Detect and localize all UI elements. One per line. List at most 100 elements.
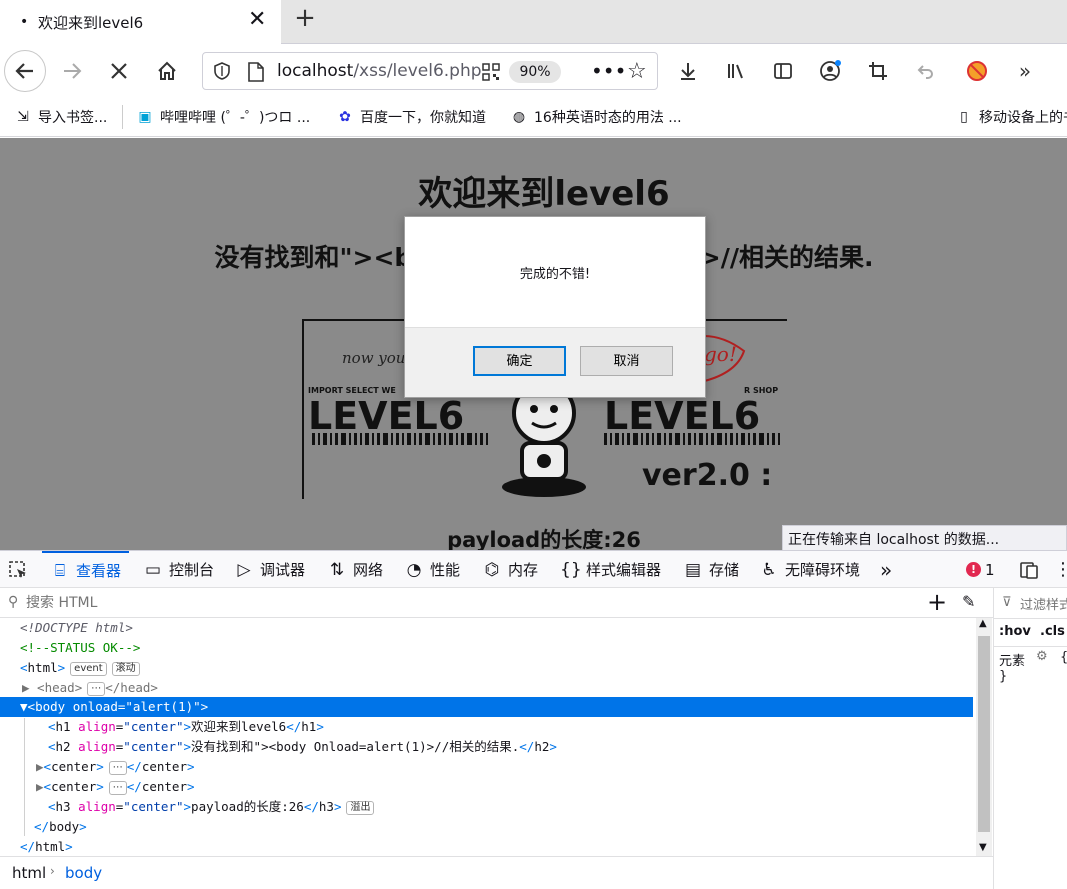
overflow-badge[interactable]: 溢出 xyxy=(346,800,375,815)
baidu-icon: ✿ xyxy=(339,109,351,125)
markup-comment[interactable]: <!--STATUS OK--> xyxy=(20,638,140,658)
globe-icon: ◍ xyxy=(512,109,526,125)
bookmark-label: 16种英语时态的用法 ... xyxy=(534,110,682,126)
handwriting-right: go! xyxy=(704,342,737,366)
tab-loading-dot: • xyxy=(20,14,29,30)
breadcrumb-body[interactable]: body xyxy=(65,864,102,882)
element-picker-icon[interactable] xyxy=(8,551,28,588)
account-button[interactable] xyxy=(812,53,848,89)
markup-scrollbar[interactable]: ▲ ▼ xyxy=(976,618,992,856)
page-actions-icon[interactable]: ••• xyxy=(591,59,626,83)
markup-h3-node[interactable]: <h3 align="center">payload的长度:26</h3> 溢出 xyxy=(48,797,375,817)
markup-doctype[interactable]: <!DOCTYPE html> xyxy=(20,618,133,638)
rule-brace-close: } xyxy=(999,669,1008,684)
markup-html-close[interactable]: </html> xyxy=(20,837,73,857)
tab-label: 无障碍环境 xyxy=(785,561,861,579)
mobile-icon: ▯ xyxy=(960,109,968,125)
bookmark-mobile[interactable]: ▯ 移动设备上的书 xyxy=(955,107,1067,127)
tab-network[interactable]: ⇅ 网络 xyxy=(327,551,383,588)
browser-tab[interactable]: • 欢迎来到level6 ✕ xyxy=(0,0,281,44)
filter-styles-input[interactable]: 过滤样式 xyxy=(1020,594,1067,613)
search-icon: ⚲ xyxy=(8,594,19,610)
markup-body-close[interactable]: </body> xyxy=(34,817,87,837)
cls-toggle[interactable]: .cls xyxy=(1040,624,1065,639)
error-count-indicator[interactable]: ! 1 xyxy=(966,551,995,588)
version-text: ver2.0 : xyxy=(642,458,772,493)
new-tab-icon[interactable]: + xyxy=(290,4,320,34)
bookmark-english-tenses[interactable]: ◍ 16种英语时态的用法 ... xyxy=(510,107,682,127)
import-icon: ⇲ xyxy=(17,109,29,125)
bookmark-star-icon[interactable]: ☆ xyxy=(627,59,647,84)
dock-side-icon[interactable] xyxy=(1019,551,1039,588)
zoom-level-badge[interactable]: 90% xyxy=(509,61,561,83)
ok-button[interactable]: 确定 xyxy=(473,346,566,376)
undo-button[interactable] xyxy=(907,53,943,89)
scroll-down-icon[interactable]: ▼ xyxy=(979,842,987,853)
crop-icon xyxy=(869,62,887,80)
event-badge[interactable]: event xyxy=(70,661,107,676)
tab-close-icon[interactable]: ✕ xyxy=(248,8,266,32)
devtools-menu-icon[interactable]: ⋮ xyxy=(1054,551,1067,588)
collapse-arrow-icon[interactable]: ▼ xyxy=(20,699,28,714)
forward-button[interactable] xyxy=(54,53,90,89)
tree-guide-line xyxy=(24,718,25,836)
screenshot-button[interactable] xyxy=(860,53,896,89)
forward-arrow-icon xyxy=(64,63,82,79)
markup-h1-node[interactable]: <h1 align="center">欢迎来到level6</h1> xyxy=(48,717,324,737)
page-info-icon[interactable] xyxy=(247,62,265,86)
tab-style-editor[interactable]: {} 样式编辑器 xyxy=(560,551,661,588)
expand-arrow-icon[interactable]: ▶ xyxy=(36,759,44,774)
tab-label: 内存 xyxy=(508,561,539,579)
tab-console[interactable]: ▭ 控制台 xyxy=(143,551,214,588)
tab-debugger[interactable]: ▷ 调试器 xyxy=(234,551,305,588)
home-button[interactable] xyxy=(149,53,185,89)
url-bar[interactable]: localhost/xss/level6.php 90% ••• ☆ xyxy=(202,52,658,90)
markup-head-node[interactable]: ▶ <head> ⋯ </head> xyxy=(22,678,158,698)
markup-center-node[interactable]: ▶<center> ⋯ </center> xyxy=(36,777,195,797)
tab-storage[interactable]: ▤ 存储 xyxy=(683,551,739,588)
divider xyxy=(994,618,1067,619)
bookmark-baidu[interactable]: ✿ 百度一下，你就知道 xyxy=(336,107,486,127)
markup-center-node[interactable]: ▶<center> ⋯ </center> xyxy=(36,757,195,777)
qr-code-icon[interactable] xyxy=(482,63,500,85)
scroll-badge[interactable]: 滚动 xyxy=(111,661,140,676)
html-search-bar: ⚲ + ✎ xyxy=(0,588,993,618)
bookmark-label: 百度一下，你就知道 xyxy=(360,110,486,126)
tracking-shield-icon[interactable] xyxy=(213,62,231,84)
stop-button[interactable] xyxy=(101,53,137,89)
downloads-button[interactable] xyxy=(670,53,706,89)
overflow-menu-icon[interactable]: » xyxy=(1007,53,1043,89)
library-button[interactable] xyxy=(718,53,754,89)
expand-arrow-icon[interactable]: ▶ xyxy=(36,779,44,794)
eyedropper-icon[interactable]: ✎ xyxy=(962,592,975,611)
tab-accessibility[interactable]: ♿ 无障碍环境 xyxy=(759,551,860,588)
back-button[interactable] xyxy=(4,50,46,92)
sidebar-button[interactable] xyxy=(765,53,801,89)
tab-strip: • 欢迎来到level6 ✕ + xyxy=(0,0,1067,44)
gear-icon[interactable]: ⚙ xyxy=(1036,649,1048,664)
scrollbar-thumb[interactable] xyxy=(978,636,990,832)
bookmark-import[interactable]: ⇲ 导入书签... xyxy=(14,107,107,127)
add-node-icon[interactable]: + xyxy=(927,589,947,615)
breadcrumb-html[interactable]: html xyxy=(12,864,46,882)
navigation-toolbar: localhost/xss/level6.php 90% ••• ☆ » xyxy=(0,45,1067,97)
breadcrumb: html › body xyxy=(0,856,993,889)
markup-h2-node[interactable]: <h2 align="center">没有找到和"><body Onload=a… xyxy=(48,737,557,757)
tab-inspector[interactable]: ⌸ 查看器 xyxy=(42,551,130,588)
more-tabs-icon[interactable]: » xyxy=(880,551,892,588)
markup-html-node[interactable]: <html> event 滚动 xyxy=(20,658,140,678)
account-icon xyxy=(820,60,841,81)
expand-arrow-icon[interactable]: ▶ xyxy=(22,680,30,695)
tab-performance[interactable]: ◔ 性能 xyxy=(404,551,460,588)
markup-body-node-selected[interactable]: ▼<body onload="alert(1)"> xyxy=(0,697,973,717)
tab-memory[interactable]: ⌬ 内存 xyxy=(482,551,538,588)
cancel-button[interactable]: 取消 xyxy=(580,346,673,376)
tab-label: 控制台 xyxy=(169,561,215,579)
extension-button[interactable] xyxy=(959,53,995,89)
html-search-input[interactable] xyxy=(24,592,904,614)
home-icon xyxy=(158,61,176,80)
bookmark-bilibili[interactable]: ▣ 哔哩哔哩 (゜-゜)つロ ... xyxy=(136,107,310,127)
hov-toggle[interactable]: :hov xyxy=(999,624,1031,639)
sidebar-icon xyxy=(774,63,792,79)
scroll-up-icon[interactable]: ▲ xyxy=(979,618,987,629)
